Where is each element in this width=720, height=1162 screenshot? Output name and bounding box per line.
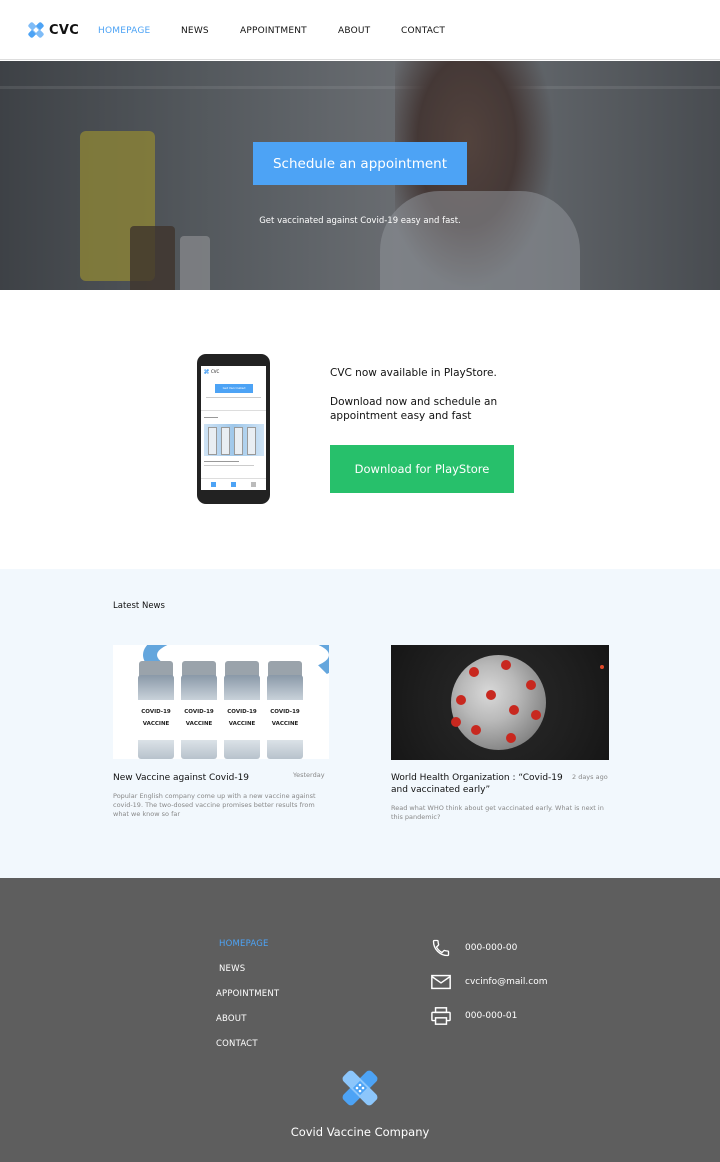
phone-screen-logo-text: CVC <box>211 369 220 374</box>
contact-phone-value: 000-000-00 <box>465 943 518 953</box>
nav-contact[interactable]: CONTACT <box>401 26 445 36</box>
virus-particle <box>600 665 604 669</box>
news-item-excerpt: Read what WHO think about get vaccinated… <box>391 804 604 821</box>
phone-appointment-icon <box>251 482 256 487</box>
mail-icon <box>430 971 452 993</box>
phone-screen-divider <box>201 410 266 411</box>
news-item-date: Yesterday <box>293 771 325 779</box>
logo-text: CVC <box>49 22 80 38</box>
virus-spike <box>451 717 461 727</box>
bandage-logo-icon <box>204 369 209 374</box>
schedule-appointment-button[interactable]: Schedule an appointment <box>253 142 467 185</box>
news-item-title[interactable]: New Vaccine against Covid-19 <box>113 772 283 784</box>
hero-subtitle: Get vaccinated against Covid-19 easy and… <box>259 216 461 226</box>
nav-homepage[interactable]: HOMEPAGE <box>98 26 150 36</box>
phone-screen-vial <box>234 427 243 455</box>
logo[interactable]: CVC <box>28 22 79 38</box>
vial-label: COVID-19 VACCINE <box>224 700 260 740</box>
hero-banner: Schedule an appointment Get vaccinated a… <box>0 61 720 290</box>
news-image-vaccine[interactable]: COVID-19 VACCINE COVID-19 VACCINE COVID-… <box>113 645 329 759</box>
phone-screen-text-line <box>204 461 239 462</box>
phone-home-icon <box>211 482 216 487</box>
latest-news-section: Latest News COVID-19 VACCINE COVID-19 VA… <box>0 569 720 878</box>
nav-news[interactable]: NEWS <box>181 26 209 36</box>
phone-screen-vial <box>208 427 217 455</box>
virus-spike <box>471 725 481 735</box>
phone-screen-vial <box>247 427 256 455</box>
contact-phone: 000-000-00 <box>430 937 517 959</box>
virus-spike <box>531 710 541 720</box>
promo-title: CVC now available in PlayStore. <box>330 367 497 379</box>
contact-email: cvcinfo@mail.com <box>430 971 547 993</box>
vial-label: COVID-19 VACCINE <box>138 700 174 740</box>
phone-screen-button: Get Vaccinated <box>215 384 253 393</box>
bandage-logo-icon <box>28 22 44 38</box>
nav-about[interactable]: ABOUT <box>338 26 370 36</box>
site-header: CVC HOMEPAGE NEWS APPOINTMENT ABOUT CONT… <box>0 0 720 60</box>
phone-screen-text-line <box>204 465 254 466</box>
contact-fax-value: 000-000-01 <box>465 1011 518 1021</box>
news-item-date: 2 days ago <box>572 773 608 781</box>
printer-icon <box>430 1005 452 1027</box>
virus-spike <box>469 667 479 677</box>
phone-screen-button-label: Get Vaccinated <box>222 386 246 390</box>
contact-fax: 000-000-01 <box>430 1005 517 1027</box>
download-playstore-button[interactable]: Download for PlayStore <box>330 445 514 493</box>
bandage-logo-icon <box>342 1070 378 1106</box>
phone-screen-text-line <box>204 417 218 418</box>
virus-spike <box>506 733 516 743</box>
site-footer: HOMEPAGE NEWS APPOINTMENT ABOUT CONTACT … <box>0 878 720 1162</box>
footer-logo[interactable] <box>340 1068 380 1112</box>
footer-nav-about[interactable]: ABOUT <box>216 1014 247 1024</box>
virus-spike <box>486 690 496 700</box>
phone-screen-vial <box>221 427 230 455</box>
contact-email-value[interactable]: cvcinfo@mail.com <box>465 977 547 987</box>
nav-appointment[interactable]: APPOINTMENT <box>240 26 307 36</box>
news-item-excerpt: Popular English company come up with a n… <box>113 792 316 818</box>
footer-nav-appointment[interactable]: APPOINTMENT <box>216 989 279 999</box>
footer-nav-homepage[interactable]: HOMEPAGE <box>219 939 269 949</box>
phone-screen-logo: CVC <box>204 369 219 374</box>
phone-screen: CVC Get Vaccinated <box>201 366 266 490</box>
footer-nav-news[interactable]: NEWS <box>219 964 245 974</box>
footer-company-name: Covid Vaccine Company <box>290 1125 430 1139</box>
news-section-title: Latest News <box>113 601 165 611</box>
virus-spike <box>526 680 536 690</box>
news-item-title[interactable]: World Health Organization : “Covid-19 an… <box>391 772 566 796</box>
virus-spike <box>509 705 519 715</box>
vial-label: COVID-19 VACCINE <box>181 700 217 740</box>
virus-spike <box>456 695 466 705</box>
news-image-virus[interactable] <box>391 645 609 760</box>
virus-spike <box>501 660 511 670</box>
phone-mockup: CVC Get Vaccinated <box>197 354 270 504</box>
phone-icon <box>430 937 452 959</box>
phone-screen-tabbar <box>201 478 266 490</box>
promo-description: Download now and schedule an appointment… <box>330 396 498 422</box>
phone-news-icon <box>231 482 236 487</box>
phone-screen-text-line <box>206 397 261 398</box>
footer-nav-contact[interactable]: CONTACT <box>216 1039 258 1049</box>
vial-label: COVID-19 VACCINE <box>267 700 303 740</box>
